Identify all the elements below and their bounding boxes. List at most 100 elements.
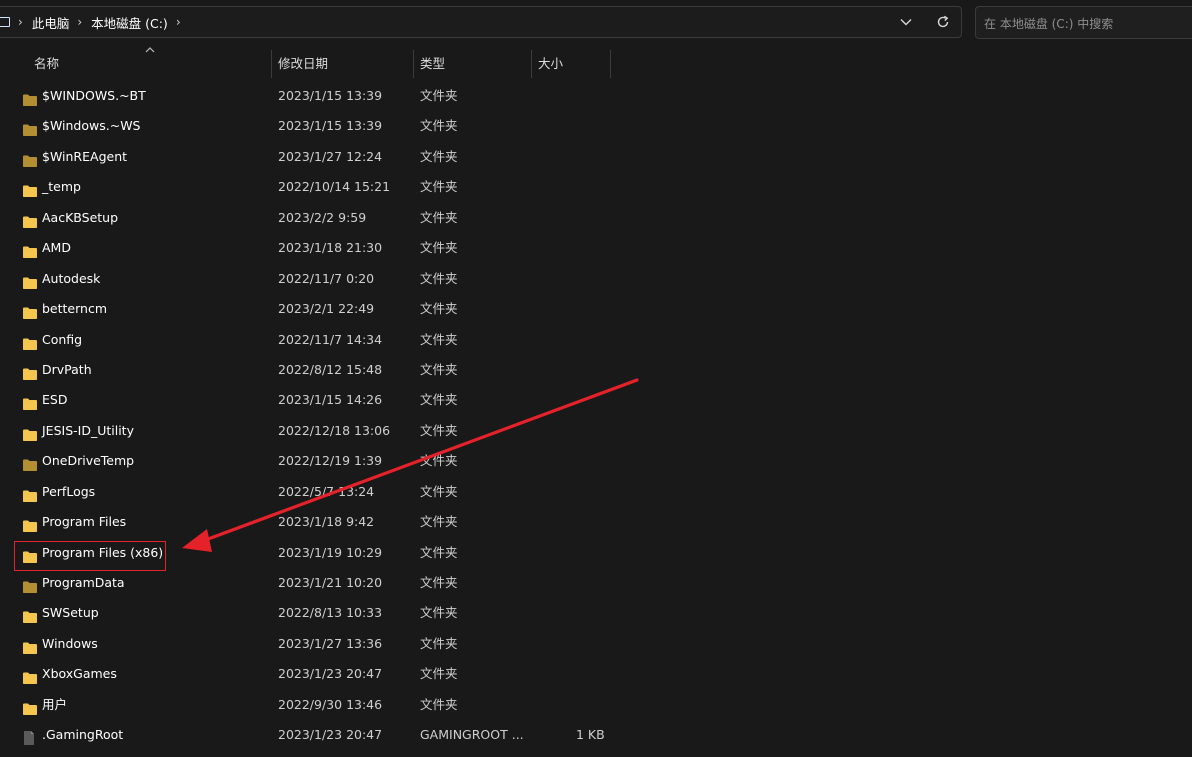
- file-row[interactable]: Autodesk 2022/11/7 0:20 文件夹: [0, 264, 1192, 294]
- chevron-down-icon: [900, 19, 912, 26]
- file-name: 用户: [42, 696, 68, 712]
- file-type: 文件夹: [420, 301, 458, 317]
- file-row[interactable]: XboxGames 2023/1/23 20:47 文件夹: [0, 659, 1192, 689]
- folder-icon: [22, 301, 38, 320]
- refresh-icon: [937, 15, 949, 28]
- file-date: 2022/12/18 13:06: [278, 422, 391, 438]
- file-date: 2022/11/7 0:20: [278, 270, 375, 286]
- file-type: 文件夹: [420, 361, 458, 377]
- file-row[interactable]: _temp 2022/10/14 15:21 文件夹: [0, 172, 1192, 202]
- folder-icon: [22, 332, 38, 350]
- file-type: 文件夹: [420, 422, 458, 438]
- file-type: 文件夹: [420, 483, 458, 499]
- file-name: DrvPath: [42, 361, 92, 377]
- file-name: .GamingRoot: [42, 727, 124, 743]
- chevron-right-icon[interactable]: ›: [176, 15, 181, 29]
- file-name: JESIS-ID_Utility: [42, 422, 134, 438]
- file-name: AacKBSetup: [42, 209, 119, 225]
- refresh-button[interactable]: [930, 6, 956, 38]
- file-name: PerfLogs: [42, 483, 96, 499]
- file-name: $WINDOWS.~BT: [42, 88, 146, 103]
- chevron-right-icon[interactable]: ›: [18, 15, 23, 29]
- folder-icon: [22, 149, 38, 167]
- file-date: 2023/1/27 13:36: [278, 635, 383, 651]
- column-divider[interactable]: [413, 50, 414, 78]
- file-type: 文件夹: [420, 240, 458, 256]
- file-date: 2022/5/7 13:24: [278, 483, 375, 499]
- file-row[interactable]: SWSetup 2022/8/13 10:33 文件夹: [0, 598, 1192, 628]
- file-row[interactable]: .GamingRoot 2023/1/23 20:47 GAMINGROOT ...…: [0, 720, 1192, 750]
- file-row[interactable]: JESIS-ID_Utility 2022/12/18 13:06 文件夹: [0, 416, 1192, 446]
- file-type: 文件夹: [420, 605, 458, 621]
- folder-icon: [22, 392, 38, 411]
- file-name: XboxGames: [42, 666, 117, 682]
- file-date: 2023/1/15 13:39: [278, 88, 383, 103]
- folder-icon: [22, 666, 38, 685]
- folder-icon: [22, 118, 38, 137]
- column-header-date[interactable]: 修改日期: [278, 48, 328, 80]
- file-row[interactable]: AMD 2023/1/18 21:30 文件夹: [0, 233, 1192, 263]
- file-type: 文件夹: [420, 392, 458, 408]
- file-row[interactable]: Program Files (x86) 2023/1/19 10:29 文件夹: [0, 538, 1192, 568]
- file-date: 2023/1/15 13:39: [278, 118, 383, 134]
- folder-icon: [22, 423, 38, 441]
- file-icon: [22, 727, 38, 746]
- column-divider[interactable]: [531, 50, 532, 78]
- file-name: SWSetup: [42, 605, 99, 621]
- file-row[interactable]: $Windows.~WS 2023/1/15 13:39 文件夹: [0, 111, 1192, 141]
- column-header-name[interactable]: 名称: [34, 48, 59, 80]
- file-name: ESD: [42, 392, 68, 408]
- file-row[interactable]: $WinREAgent 2023/1/27 12:24 文件夹: [0, 142, 1192, 172]
- file-row[interactable]: OneDriveTemp 2022/12/19 1:39 文件夹: [0, 446, 1192, 476]
- column-divider[interactable]: [610, 50, 611, 78]
- file-date: 2023/1/18 21:30: [278, 240, 383, 256]
- file-date: 2022/12/19 1:39: [278, 453, 383, 469]
- file-name: Windows: [42, 635, 98, 651]
- column-header-size[interactable]: 大小: [538, 48, 563, 80]
- file-name: betterncm: [42, 301, 108, 317]
- file-date: 2022/8/12 15:48: [278, 361, 383, 377]
- address-history-button[interactable]: [894, 6, 918, 38]
- this-pc-icon[interactable]: [0, 16, 10, 28]
- column-divider[interactable]: [271, 50, 272, 78]
- file-row[interactable]: betterncm 2023/2/1 22:49 文件夹: [0, 294, 1192, 324]
- folder-icon: [22, 210, 38, 228]
- file-row[interactable]: PerfLogs 2022/5/7 13:24 文件夹: [0, 477, 1192, 507]
- file-row[interactable]: ProgramData 2023/1/21 10:20 文件夹: [0, 568, 1192, 598]
- file-type: 文件夹: [420, 666, 458, 682]
- folder-icon: [22, 240, 38, 259]
- search-input[interactable]: 在 本地磁盘 (C:) 中搜索: [984, 15, 1113, 32]
- file-name: AMD: [42, 240, 71, 256]
- folder-icon: [22, 575, 38, 593]
- file-row[interactable]: 用户 2022/9/30 13:46 文件夹: [0, 690, 1192, 720]
- file-date: 2023/2/1 22:49: [278, 301, 375, 317]
- file-date: 2023/1/18 9:42: [278, 514, 375, 530]
- file-row[interactable]: AacKBSetup 2023/2/2 9:59 文件夹: [0, 203, 1192, 233]
- file-list: $WINDOWS.~BT 2023/1/15 13:39 文件夹 $Windows.~…: [0, 81, 1192, 751]
- file-row[interactable]: Windows 2023/1/27 13:36 文件夹: [0, 629, 1192, 659]
- file-row[interactable]: DrvPath 2022/8/12 15:48 文件夹: [0, 355, 1192, 385]
- file-date: 2023/1/21 10:20: [278, 575, 383, 590]
- breadcrumb: › 此电脑 › 本地磁盘 (C:) ›: [0, 6, 190, 38]
- file-date: 2023/1/27 12:24: [278, 148, 383, 164]
- folder-icon: [22, 179, 38, 198]
- breadcrumb-local-disk[interactable]: 本地磁盘 (C:): [91, 13, 168, 32]
- file-name: $Windows.~WS: [42, 118, 141, 134]
- folder-icon: [22, 362, 38, 380]
- chevron-right-icon[interactable]: ›: [77, 15, 82, 29]
- column-header-type[interactable]: 类型: [420, 48, 445, 80]
- file-name: OneDriveTemp: [42, 453, 135, 469]
- file-name: ProgramData: [42, 575, 125, 590]
- file-row[interactable]: Config 2022/11/7 14:34 文件夹: [0, 325, 1192, 355]
- highlight-box: [14, 541, 166, 571]
- folder-icon: [22, 271, 38, 289]
- file-type: 文件夹: [420, 514, 458, 530]
- file-row[interactable]: Program Files 2023/1/18 9:42 文件夹: [0, 507, 1192, 537]
- file-row[interactable]: $WINDOWS.~BT 2023/1/15 13:39 文件夹: [0, 81, 1192, 111]
- sort-ascending-icon: [145, 47, 155, 53]
- file-type: GAMINGROOT ...: [420, 727, 524, 743]
- file-row[interactable]: ESD 2023/1/15 14:26 文件夹: [0, 385, 1192, 415]
- file-type: 文件夹: [420, 696, 458, 712]
- breadcrumb-this-pc[interactable]: 此电脑: [32, 13, 70, 32]
- file-size: 1 KB: [576, 727, 605, 743]
